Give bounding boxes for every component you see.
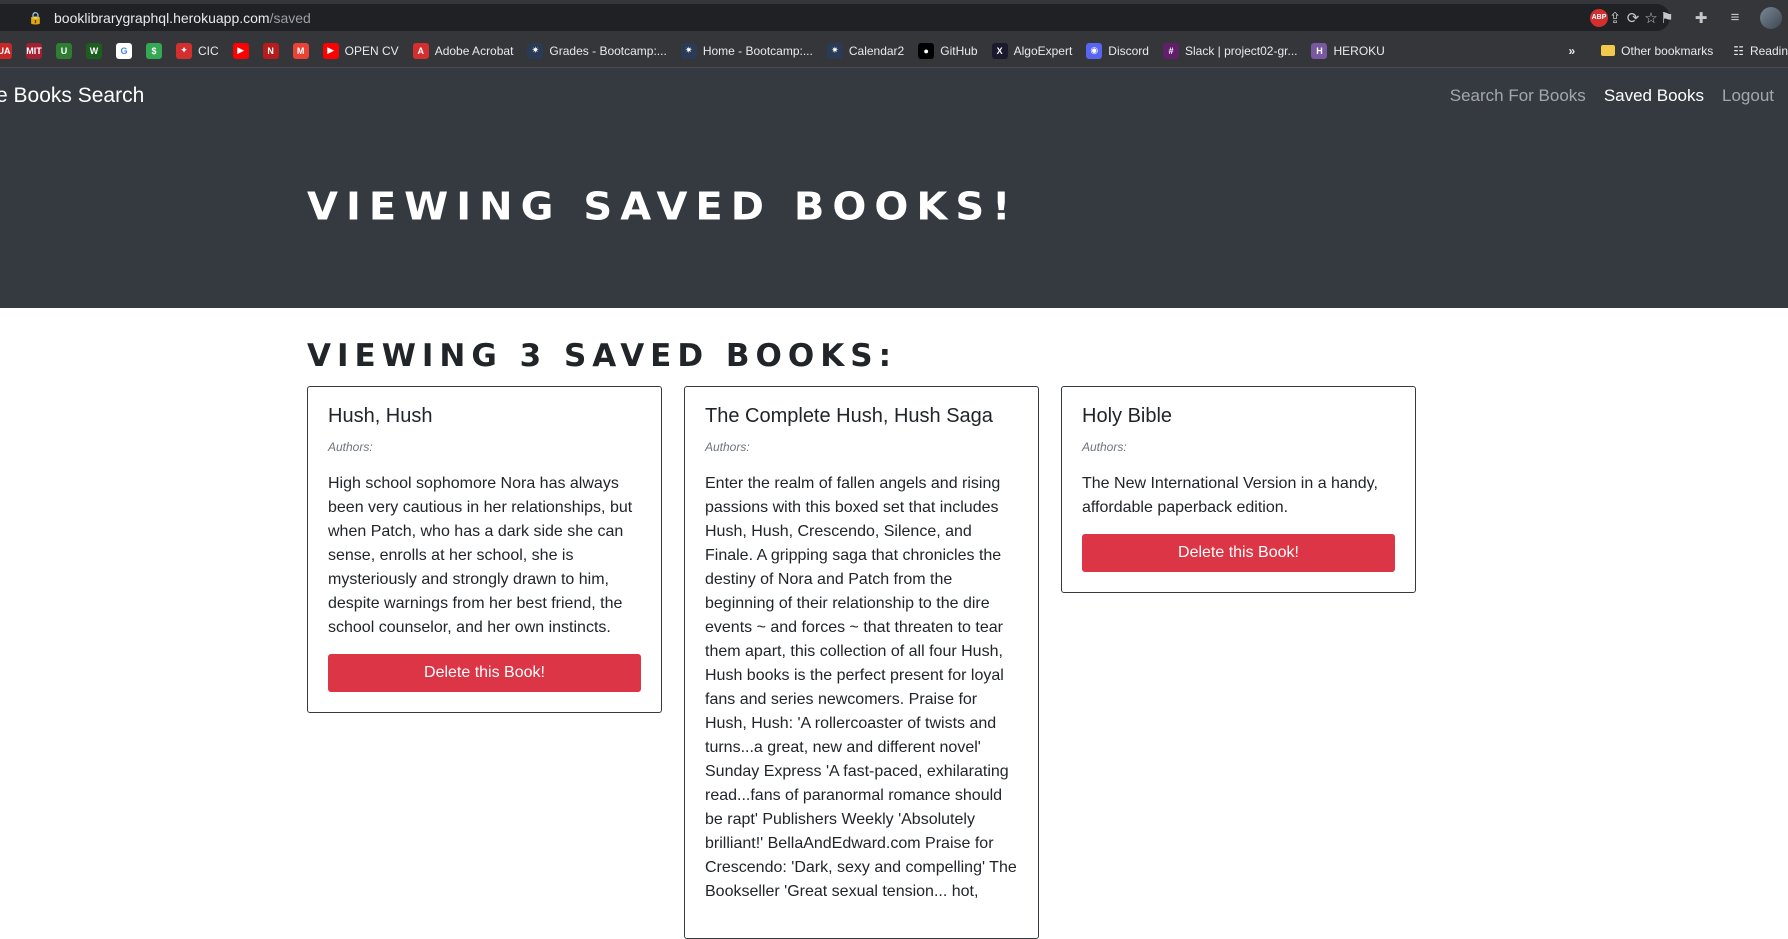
bookmark-list: UA MIT UWG $ ✦ CIC ▶ NM ▶ OPEN CV A Adobe Acrobat ✷ G… [0,42,1385,59]
profile-avatar[interactable] [1760,6,1782,29]
url-path[interactable]: /saved [270,10,311,26]
bookmark-item[interactable]: U [56,42,72,59]
bookmark-item[interactable]: ◉ Discord [1086,42,1149,59]
saved-count-heading: VIEWING 3 SAVED BOOKS: [307,338,897,374]
bookmark-item[interactable]: $ [146,42,162,59]
book-title: Holy Bible [1082,405,1173,427]
bookmark-label: GitHub [940,43,978,58]
book-authors: Authors: [705,440,750,454]
puzzle-piece-icon[interactable]: ✚ [1692,9,1710,27]
bookmarks-right: » Other bookmarks ☷ Readin [1568,44,1788,58]
extension-refresh-icon[interactable]: ⟳ [1624,9,1642,27]
bookmark-item[interactable]: ✷ Grades - Bootcamp:... [527,42,667,59]
bookmark-label: HEROKU [1333,43,1385,58]
bookmark-item[interactable]: ▶ OPEN CV [322,42,399,59]
lock-icon[interactable]: 🔒 [28,11,43,25]
bookmark-item[interactable]: ● GitHub [918,42,978,59]
nav-links: Search For Books Saved Books Logout [1450,86,1774,106]
bookmarks-overflow-button[interactable]: » [1568,44,1575,58]
site-navbar: e Books Search Search For Books Saved Bo… [0,68,1788,126]
book-description: The New International Version in a handy… [1082,475,1378,516]
url-host[interactable]: booklibrarygraphql.herokuapp.com [54,10,270,26]
bookmark-label: CIC [198,43,219,58]
bookmark-item[interactable]: G [116,42,132,59]
bookmark-label: Calendar2 [848,43,905,58]
hero-banner: VIEWING SAVED BOOKS! [0,126,1788,308]
bookmark-item[interactable]: ▶ [232,42,249,59]
book-card: The Complete Hush, Hush Saga Authors: En… [684,386,1039,939]
bookmark-label: Home - Bootcamp:... [702,43,813,58]
page-title: VIEWING SAVED BOOKS! [307,185,1019,229]
bootcamp-icon: ✷ [680,42,697,59]
reading-list-icon: ☷ [1733,43,1744,58]
bookmark-label: OPEN CV [344,43,399,58]
other-bookmarks-label: Other bookmarks [1621,43,1714,58]
bootcamp-icon: ✷ [527,42,544,59]
folder-icon [1601,45,1616,56]
book-title: The Complete Hush, Hush Saga [705,405,993,427]
nav-saved-books[interactable]: Saved Books [1604,86,1704,106]
bookmark-label: Adobe Acrobat [434,43,514,58]
mit-ocw-icon: MIT [26,42,42,59]
bookmark-item[interactable]: # Slack | project02-gr... [1162,42,1298,59]
delete-book-button[interactable]: Delete this Book! [1082,534,1395,572]
bookmark-item[interactable]: A Adobe Acrobat [412,42,514,59]
reading-queue-icon[interactable]: ≡ [1726,9,1744,26]
reading-list-label: Readin [1749,43,1788,58]
other-bookmarks-folder[interactable]: Other bookmarks [1601,44,1713,58]
w-icon: W [86,42,102,59]
bookmark-label: Discord [1108,43,1149,58]
book-card: Hush, Hush Authors: High school sophomor… [307,386,662,713]
book-authors: Authors: [1082,440,1127,454]
book-title: Hush, Hush [328,405,433,427]
heroku-icon: H [1311,42,1328,59]
adblock-plus-icon[interactable]: ABP [1590,8,1608,27]
algoexpert-icon: X [991,42,1008,59]
bookmark-item[interactable]: W [86,42,102,59]
gmail-icon: M [292,42,309,59]
bookmark-label: Slack | project02-gr... [1184,43,1298,58]
bootcamp-icon: ✷ [826,42,843,59]
youtube-icon: ▶ [322,42,339,59]
address-bar[interactable]: 🔒 booklibrarygraphql.herokuapp.com/saved… [0,4,1670,31]
discord-icon: ◉ [1086,42,1103,59]
youtube-icon: ▶ [232,42,249,59]
bookmark-label: Grades - Bootcamp:... [549,43,667,58]
extension-x-icon[interactable]: ⚑ [1658,9,1676,27]
bookmark-item[interactable]: ✷ Calendar2 [826,42,905,59]
bookmark-item[interactable]: X AlgoExpert [991,42,1073,59]
book-authors: Authors: [328,440,373,454]
google-icon: G [116,42,132,59]
book-card: Holy Bible Authors: The New Internationa… [1061,386,1416,593]
book-description: Enter the realm of fallen angels and ris… [705,475,1017,900]
bookmark-label: AlgoExpert [1013,43,1073,58]
u-icon: U [56,42,72,59]
nav-search-for-books[interactable]: Search For Books [1450,86,1586,106]
bookmark-item[interactable]: N [262,42,279,59]
money-icon: $ [146,42,162,59]
maple-leaf-icon: ✦ [176,42,192,59]
slack-icon: # [1162,42,1179,59]
reading-list-button[interactable]: ☷ Readin [1733,44,1788,58]
bookmark-item[interactable]: H HEROKU [1311,42,1385,59]
book-description: High school sophomore Nora has always be… [328,475,633,636]
delete-book-button[interactable]: Delete this Book! [328,654,641,692]
bookmark-item[interactable]: ✷ Home - Bootcamp:... [680,42,813,59]
bookmark-item[interactable]: ✦ CIC [176,42,219,59]
acrobat-icon: A [412,42,429,59]
github-icon: ● [918,42,935,59]
nav-logout[interactable]: Logout [1722,86,1774,106]
bookmark-item[interactable]: UA [0,42,12,59]
bookmark-item[interactable]: M [292,42,309,59]
brand-link[interactable]: e Books Search [0,84,144,108]
bookmarks-bar: UA MIT UWG $ ✦ CIC ▶ NM ▶ OPEN CV A Adobe Acrobat ✷ G… [0,34,1788,68]
browser-toolbar: 🔒 booklibrarygraphql.herokuapp.com/saved… [0,0,1788,34]
bookmark-item[interactable]: MIT [26,42,42,59]
netflix-icon: N [262,42,279,59]
ua-icon: UA [0,42,12,59]
